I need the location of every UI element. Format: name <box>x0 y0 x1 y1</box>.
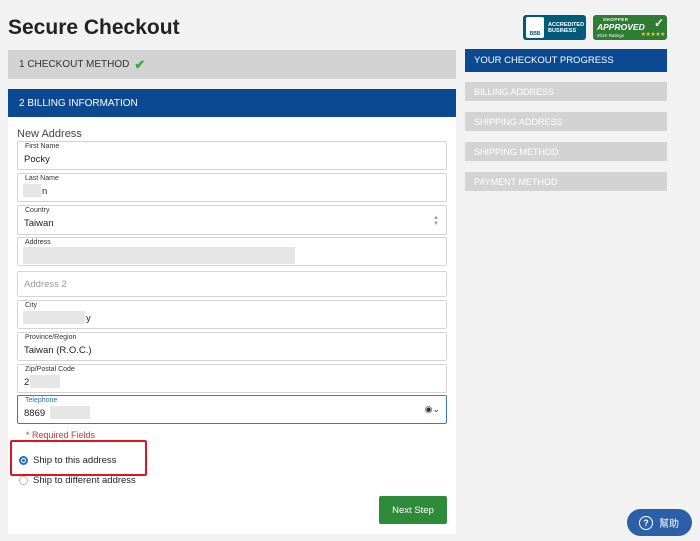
progress-payment-method: PAYMENT METHOD <box>465 172 667 191</box>
bbb-line2: BUSINESS <box>548 27 577 34</box>
province-value: Taiwan (R.O.C.) <box>24 345 92 356</box>
step-billing-information-label: 2 BILLING INFORMATION <box>19 97 138 109</box>
rating-stars-icon: ★★★★★ <box>640 32 666 38</box>
radio-selected-icon[interactable] <box>19 456 28 465</box>
redaction-mask <box>23 247 295 264</box>
progress-shipping-method: SHIPPING METHOD <box>465 142 667 161</box>
step-checkout-method-label: 1 CHECKOUT METHOD <box>19 59 130 70</box>
address2-placeholder: Address 2 <box>24 279 67 290</box>
bbb-text: ACCREDITED BUSINESS <box>548 22 584 34</box>
city-label: City <box>25 302 38 309</box>
step-checkout-method[interactable]: 1 CHECKOUT METHOD ✔ <box>8 50 456 79</box>
province-field[interactable]: Province/Region Taiwan (R.O.C.) <box>17 332 447 361</box>
checkmark-icon: ✔ <box>134 56 146 72</box>
bbb-seal-icon: BBB <box>526 17 544 38</box>
address2-field[interactable]: Address 2 <box>17 271 447 297</box>
address-field[interactable]: Address <box>17 237 447 266</box>
shopper-ratings-text: 201K Ratings <box>597 33 625 38</box>
redaction-mask <box>50 406 90 419</box>
required-fields-note: * Required Fields <box>26 430 96 440</box>
shopper-approved-badge[interactable]: SHOPPER APPROVED 201K Ratings ★★★★★ ✓ <box>593 15 667 40</box>
province-label: Province/Region <box>25 334 77 341</box>
step-billing-information: 2 BILLING INFORMATION <box>8 89 456 117</box>
city-field[interactable]: City y <box>17 300 447 329</box>
shopper-check-icon: ✓ <box>653 16 664 30</box>
checkout-progress-title: YOUR CHECKOUT PROGRESS <box>465 49 667 72</box>
country-select[interactable]: Country Taiwan ▲ ▼ <box>17 205 447 235</box>
contact-dropdown-icon[interactable]: ◉⌄ <box>425 404 440 415</box>
last-name-value: n <box>42 186 48 197</box>
last-name-field[interactable]: Last Name n <box>17 173 447 202</box>
question-icon: ? <box>639 515 653 530</box>
ship-to-this-address-option[interactable]: Ship to this address <box>19 455 116 466</box>
telephone-field[interactable]: Telephone 8869 ◉⌄ <box>17 395 447 424</box>
redaction-mask <box>23 311 85 324</box>
country-value: Taiwan <box>24 218 54 229</box>
page-title: Secure Checkout <box>8 16 180 39</box>
shopper-main-text: APPROVED <box>597 22 645 32</box>
redaction-mask <box>23 184 41 197</box>
first-name-label: First Name <box>25 143 60 150</box>
country-label: Country <box>25 207 50 214</box>
bbb-line1: ACCREDITED <box>548 21 585 28</box>
help-button[interactable]: ? 幫助 <box>627 509 692 536</box>
first-name-value: Pocky <box>24 154 50 165</box>
city-value: y <box>86 313 91 324</box>
last-name-label: Last Name <box>25 175 59 182</box>
zip-value: 2 <box>24 377 30 388</box>
telephone-label: Telephone <box>25 397 58 404</box>
ship-to-different-address-option[interactable]: Ship to different address <box>19 475 136 486</box>
ship-to-this-address-label: Ship to this address <box>33 455 117 466</box>
progress-billing-address: BILLING ADDRESS <box>465 82 667 101</box>
ship-to-different-address-label: Ship to different address <box>33 475 136 486</box>
zip-field[interactable]: Zip/Postal Code 2 <box>17 364 447 393</box>
first-name-field[interactable]: First Name Pocky <box>17 141 447 170</box>
telephone-value: 8869 <box>24 408 46 419</box>
help-label: 幫助 <box>659 519 679 530</box>
address-label: Address <box>25 239 51 246</box>
select-arrows-icon: ▲ ▼ <box>433 215 439 227</box>
zip-label: Zip/Postal Code <box>25 366 75 373</box>
radio-unselected-icon[interactable] <box>19 476 28 485</box>
next-step-button[interactable]: Next Step <box>379 496 447 524</box>
bbb-accredited-badge[interactable]: BBB ACCREDITED BUSINESS <box>523 15 586 40</box>
redaction-mask <box>30 375 60 388</box>
progress-shipping-address: SHIPPING ADDRESS <box>465 112 667 131</box>
section-title-new-address: New Address <box>17 128 82 140</box>
